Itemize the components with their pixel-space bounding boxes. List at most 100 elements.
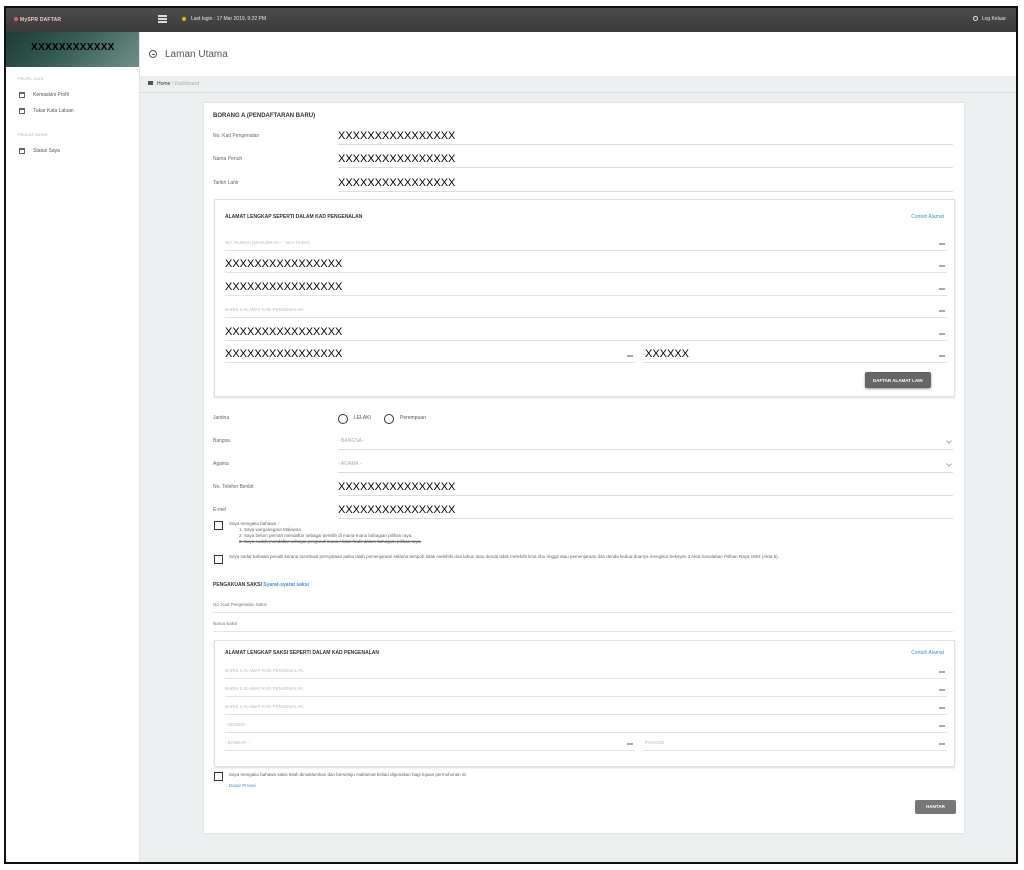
- declaration-checkbox-1[interactable]: [214, 521, 223, 530]
- page-title: Laman Utama: [165, 48, 228, 60]
- input-placeholder: - NEGERI -: [225, 722, 248, 727]
- field-label: Agama: [213, 461, 229, 467]
- hamburger-menu-icon[interactable]: [158, 15, 167, 23]
- breadcrumb-home[interactable]: Home: [157, 81, 170, 87]
- id-number-field[interactable]: No. Kad Pengenalan XXXXXXXXXXXXXXXX: [213, 130, 953, 145]
- address-line-1-input[interactable]: XXXXXXXXXXXXXXXX: [225, 258, 947, 273]
- field-value: XXXXXXXXXXXXXXXX: [338, 504, 456, 516]
- status-dot-icon: [182, 17, 186, 21]
- full-name-field[interactable]: Nama Penuh XXXXXXXXXXXXXXXX: [213, 153, 953, 168]
- address-line-3-input[interactable]: BARIS 3 ALAMAT KAD PENGENALAN: [225, 304, 947, 318]
- field-label: Bangsa: [213, 438, 230, 444]
- logout-button[interactable]: Log Keluar: [972, 16, 1006, 22]
- sidebar-item-label: Tukar Kata Laluan: [33, 108, 74, 114]
- sidebar-item-status[interactable]: Status Saya: [19, 144, 139, 158]
- witness-terms-link[interactable]: Syarat-syarat saksi: [263, 582, 309, 588]
- witness-address-line-1-input[interactable]: BARIS 1 ALAMAT KAD PENGENALAN: [225, 665, 947, 679]
- back-arrow-icon[interactable]: [149, 50, 157, 58]
- sidebar: XXXXXXXXXXXX PROFIL SAYA Kemaskini Profi…: [6, 32, 140, 862]
- input-placeholder: POSKOD: [645, 740, 665, 745]
- input-placeholder: BARIS 2 ALAMAT KAD PENGENALAN: [225, 686, 304, 691]
- race-select[interactable]: Bangsa - BANGSA -: [213, 435, 953, 450]
- select-value: - BANGSA -: [338, 438, 365, 444]
- witness-city-input[interactable]: - BANDAR -: [225, 737, 635, 751]
- input-placeholder: NO. RUMAH (MASUKKAN '-' JIKA TIADA): [225, 240, 310, 245]
- last-login-text: Last login : 17 Mar 2019, 9:22 PM: [191, 16, 267, 22]
- breadcrumb-separator: /: [171, 81, 174, 87]
- sidebar-section-registration: PENDAFTARAN: [18, 132, 48, 137]
- mobile-phone-field[interactable]: No. Telefon Bimbit XXXXXXXXXXXXXXXX: [213, 481, 953, 496]
- building-icon: [627, 353, 633, 357]
- input-placeholder: BARIS 3 ALAMAT KAD PENGENALAN: [225, 704, 304, 709]
- field-label: Tarikh Lahir: [213, 180, 239, 186]
- field-underline: [338, 495, 953, 496]
- address-card-title: ALAMAT LENGKAP SEPERTI DALAM KAD PENGENA…: [225, 214, 363, 220]
- registration-form-panel: BORANG A (PENDAFTARAN BARU) No. Kad Peng…: [204, 103, 964, 833]
- user-banner: XXXXXXXXXXXX: [6, 32, 139, 67]
- field-label: Nama Saksi: [213, 621, 238, 626]
- input-placeholder: - BANDAR -: [225, 740, 250, 745]
- gender-field: Jantina LELAKI Perempuan: [213, 412, 953, 427]
- penalty-declaration-text: Saya sedar bahawa penalti kerana membuat…: [229, 554, 779, 559]
- sidebar-item-update-profile[interactable]: Kemaskini Profil: [19, 88, 139, 102]
- sidebar-item-label: Kemaskini Profil: [33, 92, 69, 98]
- other-address-button[interactable]: DAFTAR ALAMAT LAIN: [865, 372, 931, 388]
- city-input[interactable]: XXXXXXXXXXXXXXXX: [225, 348, 635, 363]
- input-placeholder: BARIS 1 ALAMAT KAD PENGENALAN: [225, 668, 304, 673]
- witness-address-card: ALAMAT LENGKAP SAKSI SEPERTI DALAM KAD P…: [214, 640, 955, 767]
- building-icon: [939, 723, 945, 727]
- consent-text: Saya mengaku bahawa saksi telah dimaklum…: [229, 772, 467, 777]
- witness-title: PENGAKUAN SAKSI Syarat-syarat saksi: [213, 582, 309, 588]
- building-icon: [939, 286, 945, 290]
- home-icon: [148, 81, 153, 85]
- power-icon: [972, 16, 978, 21]
- sidebar-item-change-password[interactable]: Tukar Kata Laluan: [19, 104, 139, 118]
- field-underline: [338, 449, 953, 450]
- field-underline: [338, 518, 953, 519]
- witness-example-link[interactable]: Contoh Alamat: [911, 650, 944, 656]
- address-example-link[interactable]: Contoh Alamat: [911, 214, 944, 220]
- postcode-input[interactable]: XXXXXX: [643, 348, 947, 363]
- building-icon: [939, 687, 945, 691]
- witness-address-line-2-input[interactable]: BARIS 2 ALAMAT KAD PENGENALAN: [225, 683, 947, 697]
- witness-name-input[interactable]: Nama Saksi: [213, 618, 953, 632]
- submit-button[interactable]: HANTAR: [915, 800, 956, 814]
- witness-address-line-3-input[interactable]: BARIS 3 ALAMAT KAD PENGENALAN: [225, 701, 947, 715]
- email-field[interactable]: E-mel XXXXXXXXXXXXXXXX: [213, 504, 953, 519]
- form-title: BORANG A (PENDAFTARAN BARU): [213, 113, 316, 119]
- username: XXXXXXXXXXXX: [31, 42, 115, 53]
- chevron-down-icon: [946, 438, 952, 444]
- religion-select[interactable]: Agama - AGAMA -: [213, 458, 953, 473]
- radio-label: Perempuan: [400, 415, 426, 421]
- field-label: No. Kad Pengenalan Saksi: [213, 602, 267, 607]
- input-value: XXXXXXXXXXXXXXXX: [225, 326, 343, 338]
- chevron-down-icon: [946, 461, 952, 467]
- select-value: - AGAMA -: [338, 461, 362, 467]
- building-icon: [939, 241, 945, 245]
- gender-female-radio[interactable]: [384, 414, 394, 424]
- privacy-policy-link[interactable]: Dasar Privasi: [229, 783, 256, 788]
- app-brand[interactable]: MySPR DAFTAR: [14, 17, 61, 23]
- sidebar-item-label: Status Saya: [33, 148, 60, 154]
- house-number-input[interactable]: NO. RUMAH (MASUKKAN '-' JIKA TIADA): [225, 237, 947, 251]
- witness-id-input[interactable]: No. Kad Pengenalan Saksi: [213, 599, 953, 613]
- gender-male-radio[interactable]: [338, 414, 348, 424]
- building-icon: [939, 308, 945, 312]
- witness-postcode-input[interactable]: POSKOD: [643, 737, 947, 751]
- state-input[interactable]: XXXXXXXXXXXXXXXX: [225, 326, 947, 341]
- witness-state-input[interactable]: - NEGERI -: [225, 719, 947, 733]
- input-value: XXXXXXXXXXXXXXXX: [225, 281, 343, 293]
- field-label: No. Telefon Bimbit: [213, 484, 254, 490]
- input-placeholder: BARIS 3 ALAMAT KAD PENGENALAN: [225, 307, 304, 312]
- page-header: Laman Utama: [140, 32, 1016, 76]
- consent-checkbox[interactable]: [214, 772, 223, 781]
- field-value: XXXXXXXXXXXXXXXX: [338, 177, 456, 189]
- sidebar-section-profile: PROFIL SAYA: [18, 76, 44, 81]
- declaration-item-struck: 3. Saya sudah mendaftar sebagai pengundi…: [239, 539, 422, 544]
- date-of-birth-field[interactable]: Tarikh Lahir XXXXXXXXXXXXXXXX: [213, 177, 953, 192]
- breadcrumb: Home / Dashboard: [140, 76, 1016, 93]
- declaration-text-1: Saya mengaku bahawa :- 1. Saya warganega…: [229, 521, 421, 545]
- home-icon: [19, 92, 25, 98]
- declaration-checkbox-2[interactable]: [214, 555, 223, 564]
- address-line-2-input[interactable]: XXXXXXXXXXXXXXXX: [225, 281, 947, 296]
